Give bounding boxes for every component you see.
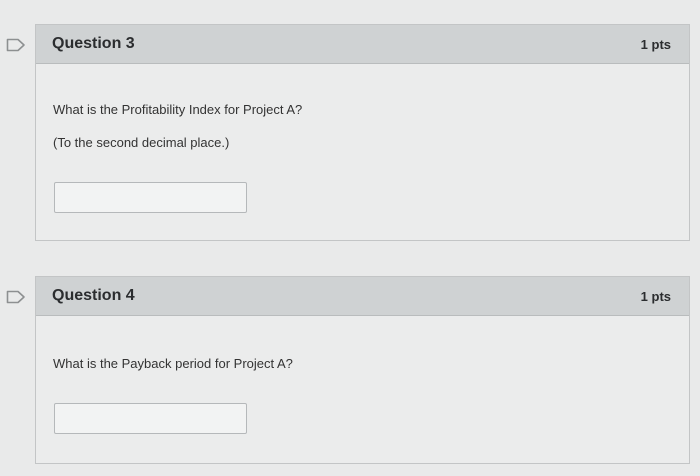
question-text: What is the Payback period for Project A… [53, 356, 293, 371]
question-card: Question 3 1 pts What is the Profitabili… [35, 24, 690, 241]
answer-input[interactable] [54, 403, 247, 434]
question-header: Question 4 1 pts [36, 277, 689, 316]
question-text: What is the Profitability Index for Proj… [53, 102, 303, 117]
question-header: Question 3 1 pts [36, 25, 689, 64]
flag-question-icon[interactable] [6, 290, 26, 304]
answer-input[interactable] [54, 182, 247, 213]
question-card: Question 4 1 pts What is the Payback per… [35, 276, 690, 464]
question-note: (To the second decimal place.) [53, 135, 230, 150]
flag-question-icon[interactable] [6, 38, 26, 52]
question-points: 1 pts [640, 289, 671, 304]
question-title: Question 4 [52, 287, 135, 304]
question-points: 1 pts [640, 37, 671, 52]
question-title: Question 3 [52, 35, 135, 52]
